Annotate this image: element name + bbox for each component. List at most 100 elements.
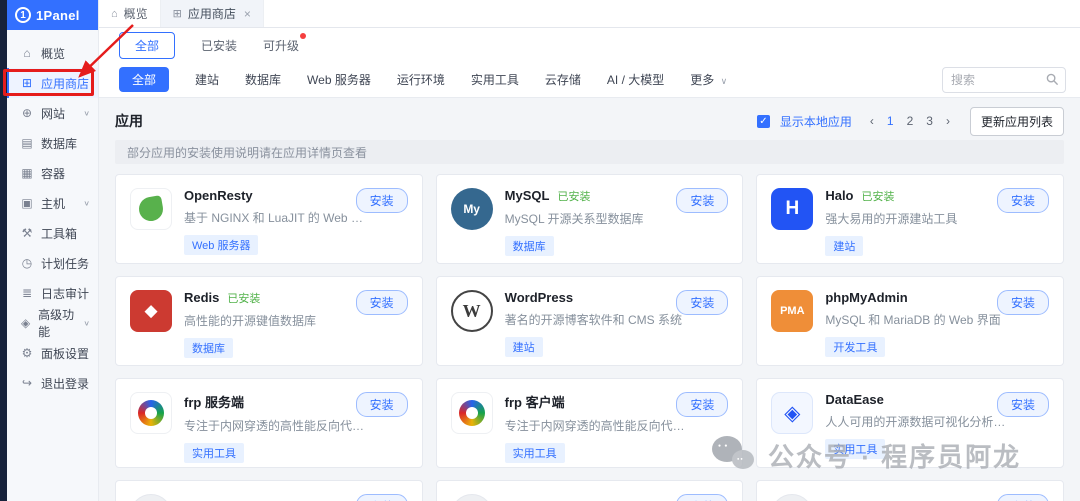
category-tools[interactable]: 实用工具: [471, 71, 519, 88]
search-box: [942, 67, 1066, 93]
store-tab-installed[interactable]: 已安装: [201, 37, 237, 54]
app-card-frp-client[interactable]: frp 客户端 专注于内网穿透的高性能反向代理应用 实用工具 安装: [436, 378, 744, 468]
install-button[interactable]: 安装: [356, 188, 408, 213]
pagination-prev[interactable]: ‹: [868, 114, 876, 128]
install-button[interactable]: 安装: [356, 290, 408, 315]
update-badge-dot: [300, 33, 306, 39]
app-tag: 实用工具: [505, 443, 565, 463]
install-button[interactable]: 安装: [997, 392, 1049, 417]
close-icon[interactable]: ×: [244, 7, 251, 21]
app-card-redis[interactable]: ◆ Redis已安装 高性能的开源键值数据库 数据库 安装: [115, 276, 423, 366]
app-tag: 实用工具: [184, 443, 244, 463]
install-button[interactable]: 安装: [356, 392, 408, 417]
category-more[interactable]: 更多 ∨: [690, 71, 727, 88]
openresty-icon: [130, 188, 172, 230]
category-website[interactable]: 建站: [195, 71, 219, 88]
app-card-body: phpMyAdmin MySQL 和 MariaDB 的 Web 界面 开发工具: [825, 290, 1000, 352]
category-ai[interactable]: AI / 大模型: [607, 71, 664, 88]
app-card-frp-server[interactable]: frp 服务端 专注于内网穿透的高性能反向代理应用 实用工具 安装: [115, 378, 423, 468]
category-all[interactable]: 全部: [119, 67, 169, 92]
app-card-mysql[interactable]: My MySQL已安装 MySQL 开源关系型数据库 数据库 安装: [436, 174, 744, 264]
install-button[interactable]: 安装: [997, 290, 1049, 315]
sidebar-item-advanced[interactable]: ◈ 高级功能 ∨: [7, 308, 98, 338]
dataease-icon: ◈: [771, 392, 813, 434]
app-tag: 建站: [505, 337, 543, 357]
app-card-phpmyadmin[interactable]: PMA phpMyAdmin MySQL 和 MariaDB 的 Web 界面 …: [756, 276, 1064, 366]
category-bar: 全部 建站 数据库 Web 服务器 运行环境 实用工具 云存储 AI / 大模型…: [99, 62, 1080, 98]
app-card-body: frp 服务端 专注于内网穿透的高性能反向代理应用 实用工具: [184, 392, 374, 454]
sidebar-item-label: 工具箱: [41, 225, 77, 242]
tab-app-store[interactable]: ⊞ 应用商店 ×: [161, 0, 264, 27]
app-tag: 实用工具: [825, 439, 885, 459]
app-card-partial[interactable]: 安装: [756, 480, 1064, 501]
1panel-logo-icon: 1: [15, 7, 31, 23]
pagination-page-3[interactable]: 3: [924, 114, 935, 128]
install-button[interactable]: 安装: [997, 494, 1049, 501]
install-button[interactable]: 安装: [676, 188, 728, 213]
store-tab-upgradable[interactable]: 可升级: [263, 37, 299, 54]
app-tag: 数据库: [184, 338, 233, 358]
window-edge: [0, 0, 7, 501]
sidebar-item-label: 应用商店: [41, 75, 89, 92]
section-controls: ✓ 显示本地应用 ‹ 1 2 3 › 更新应用列表: [757, 107, 1064, 136]
install-button[interactable]: 安装: [676, 494, 728, 501]
update-app-list-button[interactable]: 更新应用列表: [970, 107, 1064, 136]
app-icon-placeholder: [130, 494, 172, 501]
sidebar-item-panel-settings[interactable]: ⚙ 面板设置: [7, 338, 98, 368]
sidebar-item-database[interactable]: ▤ 数据库: [7, 128, 98, 158]
sidebar-item-label: 面板设置: [41, 345, 89, 362]
install-button[interactable]: 安装: [676, 290, 728, 315]
sidebar-item-app-store[interactable]: ⊞ 应用商店: [7, 68, 98, 98]
1panel-logo[interactable]: 1 1Panel: [7, 0, 98, 30]
pagination-next[interactable]: ›: [944, 114, 952, 128]
frp-server-icon: [130, 392, 172, 434]
tab-overview[interactable]: ⌂ 概览: [99, 0, 161, 27]
home-icon: ⌂: [111, 8, 118, 20]
app-card-body: frp 客户端 专注于内网穿透的高性能反向代理应用 实用工具: [505, 392, 695, 454]
pagination-page-1[interactable]: 1: [885, 114, 896, 128]
install-button[interactable]: 安装: [676, 392, 728, 417]
show-local-label[interactable]: 显示本地应用: [780, 113, 852, 130]
app-card-openresty[interactable]: OpenResty 基于 NGINX 和 LuaJIT 的 Web 平台 Web…: [115, 174, 423, 264]
sidebar-item-cron-jobs[interactable]: ◷ 计划任务: [7, 248, 98, 278]
mysql-icon: My: [451, 188, 493, 230]
store-tabs: 全部 已安装 可升级: [99, 28, 1080, 62]
pagination: ‹ 1 2 3 ›: [868, 114, 952, 128]
app-card-body: Redis已安装 高性能的开源键值数据库 数据库: [184, 290, 316, 352]
app-card-partial[interactable]: 安装: [436, 480, 744, 501]
category-web-server[interactable]: Web 服务器: [307, 71, 371, 88]
sidebar: 1 1Panel ⌂ 概览 ⊞ 应用商店 ⊕ 网站 ∨ ▤ 数据库 ▦: [7, 0, 99, 501]
app-name: Halo: [825, 188, 853, 203]
grid-icon: ⊞: [173, 7, 182, 20]
sidebar-item-toolbox[interactable]: ⚒ 工具箱: [7, 218, 98, 248]
app-card-halo[interactable]: H Halo已安装 强大易用的开源建站工具 建站 安装: [756, 174, 1064, 264]
app-card-partial[interactable]: 安装: [115, 480, 423, 501]
log-icon: ≣: [20, 286, 34, 300]
sidebar-item-log-audit[interactable]: ≣ 日志审计: [7, 278, 98, 308]
database-icon: ▤: [20, 136, 34, 150]
category-cloud-storage[interactable]: 云存储: [545, 71, 581, 88]
app-name: WordPress: [505, 290, 573, 305]
install-button[interactable]: 安装: [997, 188, 1049, 213]
wordpress-icon: W: [451, 290, 493, 332]
app-card-wordpress[interactable]: W WordPress 著名的开源博客软件和 CMS 系统 建站 安装: [436, 276, 744, 366]
home-icon: ⌂: [20, 46, 34, 60]
app-description: 强大易用的开源建站工具: [825, 210, 957, 227]
show-local-checkbox[interactable]: ✓: [757, 115, 770, 128]
sidebar-item-website[interactable]: ⊕ 网站 ∨: [7, 98, 98, 128]
app-tag: 数据库: [505, 236, 554, 256]
sidebar-item-container[interactable]: ▦ 容器: [7, 158, 98, 188]
store-tab-all[interactable]: 全部: [119, 32, 175, 59]
app-name: DataEase: [825, 392, 884, 407]
app-card-dataease[interactable]: ◈ DataEase 人人可用的开源数据可视化分析工具 实用工具 安装: [756, 378, 1064, 468]
sidebar-item-logout[interactable]: ↪ 退出登录: [7, 368, 98, 398]
chevron-down-icon: ∨: [83, 199, 90, 208]
app-card-body: OpenResty 基于 NGINX 和 LuaJIT 的 Web 平台 Web…: [184, 188, 374, 250]
tab-label: 概览: [124, 5, 148, 22]
sidebar-item-host[interactable]: ▣ 主机 ∨: [7, 188, 98, 218]
sidebar-item-overview[interactable]: ⌂ 概览: [7, 38, 98, 68]
category-runtime[interactable]: 运行环境: [397, 71, 445, 88]
pagination-page-2[interactable]: 2: [905, 114, 916, 128]
install-button[interactable]: 安装: [356, 494, 408, 501]
category-database[interactable]: 数据库: [245, 71, 281, 88]
